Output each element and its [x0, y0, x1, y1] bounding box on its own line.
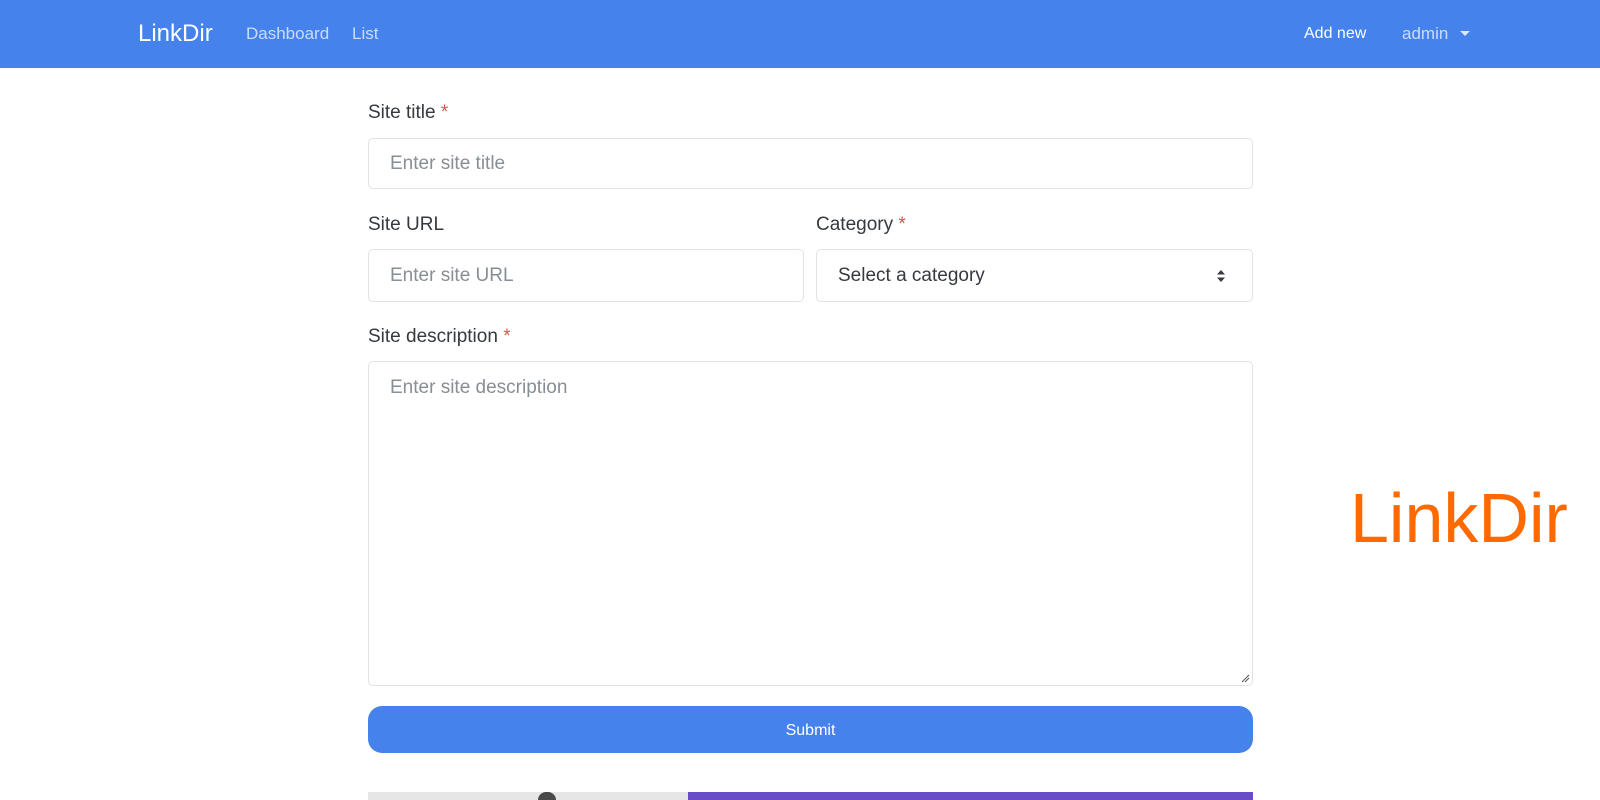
site-description-label-text: Site description — [368, 326, 498, 347]
banner-image — [368, 792, 688, 800]
site-title-label-text: Site title — [368, 102, 436, 123]
banner-figure — [538, 792, 556, 800]
nav-link-dashboard[interactable]: Dashboard — [246, 22, 329, 46]
site-description-placeholder: Enter site description — [390, 377, 568, 398]
required-marker: * — [898, 214, 906, 235]
caret-down-icon[interactable] — [1460, 31, 1470, 36]
select-arrows-icon — [1217, 270, 1225, 282]
navbar: LinkDir Dashboard List Add new admin — [0, 0, 1600, 68]
site-title-placeholder: Enter site title — [390, 153, 506, 174]
user-dropdown-toggle[interactable]: admin — [1402, 22, 1448, 46]
site-url-input[interactable]: Enter site URL — [368, 249, 804, 302]
resize-grip-icon[interactable] — [1240, 673, 1250, 683]
banner-color-block — [688, 792, 1253, 800]
site-title-input[interactable]: Enter site title — [368, 138, 1253, 189]
brand-link[interactable]: LinkDir — [138, 18, 213, 50]
nav-link-list[interactable]: List — [352, 22, 378, 46]
site-description-label: Site description * — [368, 324, 511, 350]
category-label: Category * — [816, 212, 906, 238]
site-url-label: Site URL — [368, 212, 444, 238]
site-url-label-text: Site URL — [368, 214, 445, 235]
watermark-logo: LinkDir — [1350, 479, 1568, 557]
submit-button[interactable]: Submit — [368, 706, 1253, 753]
site-description-textarea[interactable]: Enter site description — [368, 361, 1253, 686]
required-marker: * — [440, 102, 449, 123]
nav-link-add-new[interactable]: Add new — [1304, 22, 1366, 46]
promo-banner — [368, 792, 1253, 800]
category-selected-value: Select a category — [838, 265, 985, 286]
category-select[interactable]: Select a category — [816, 249, 1253, 302]
site-url-placeholder: Enter site URL — [390, 265, 514, 286]
required-marker: * — [503, 326, 511, 347]
site-title-label: Site title * — [368, 100, 448, 126]
category-label-text: Category — [816, 214, 894, 235]
